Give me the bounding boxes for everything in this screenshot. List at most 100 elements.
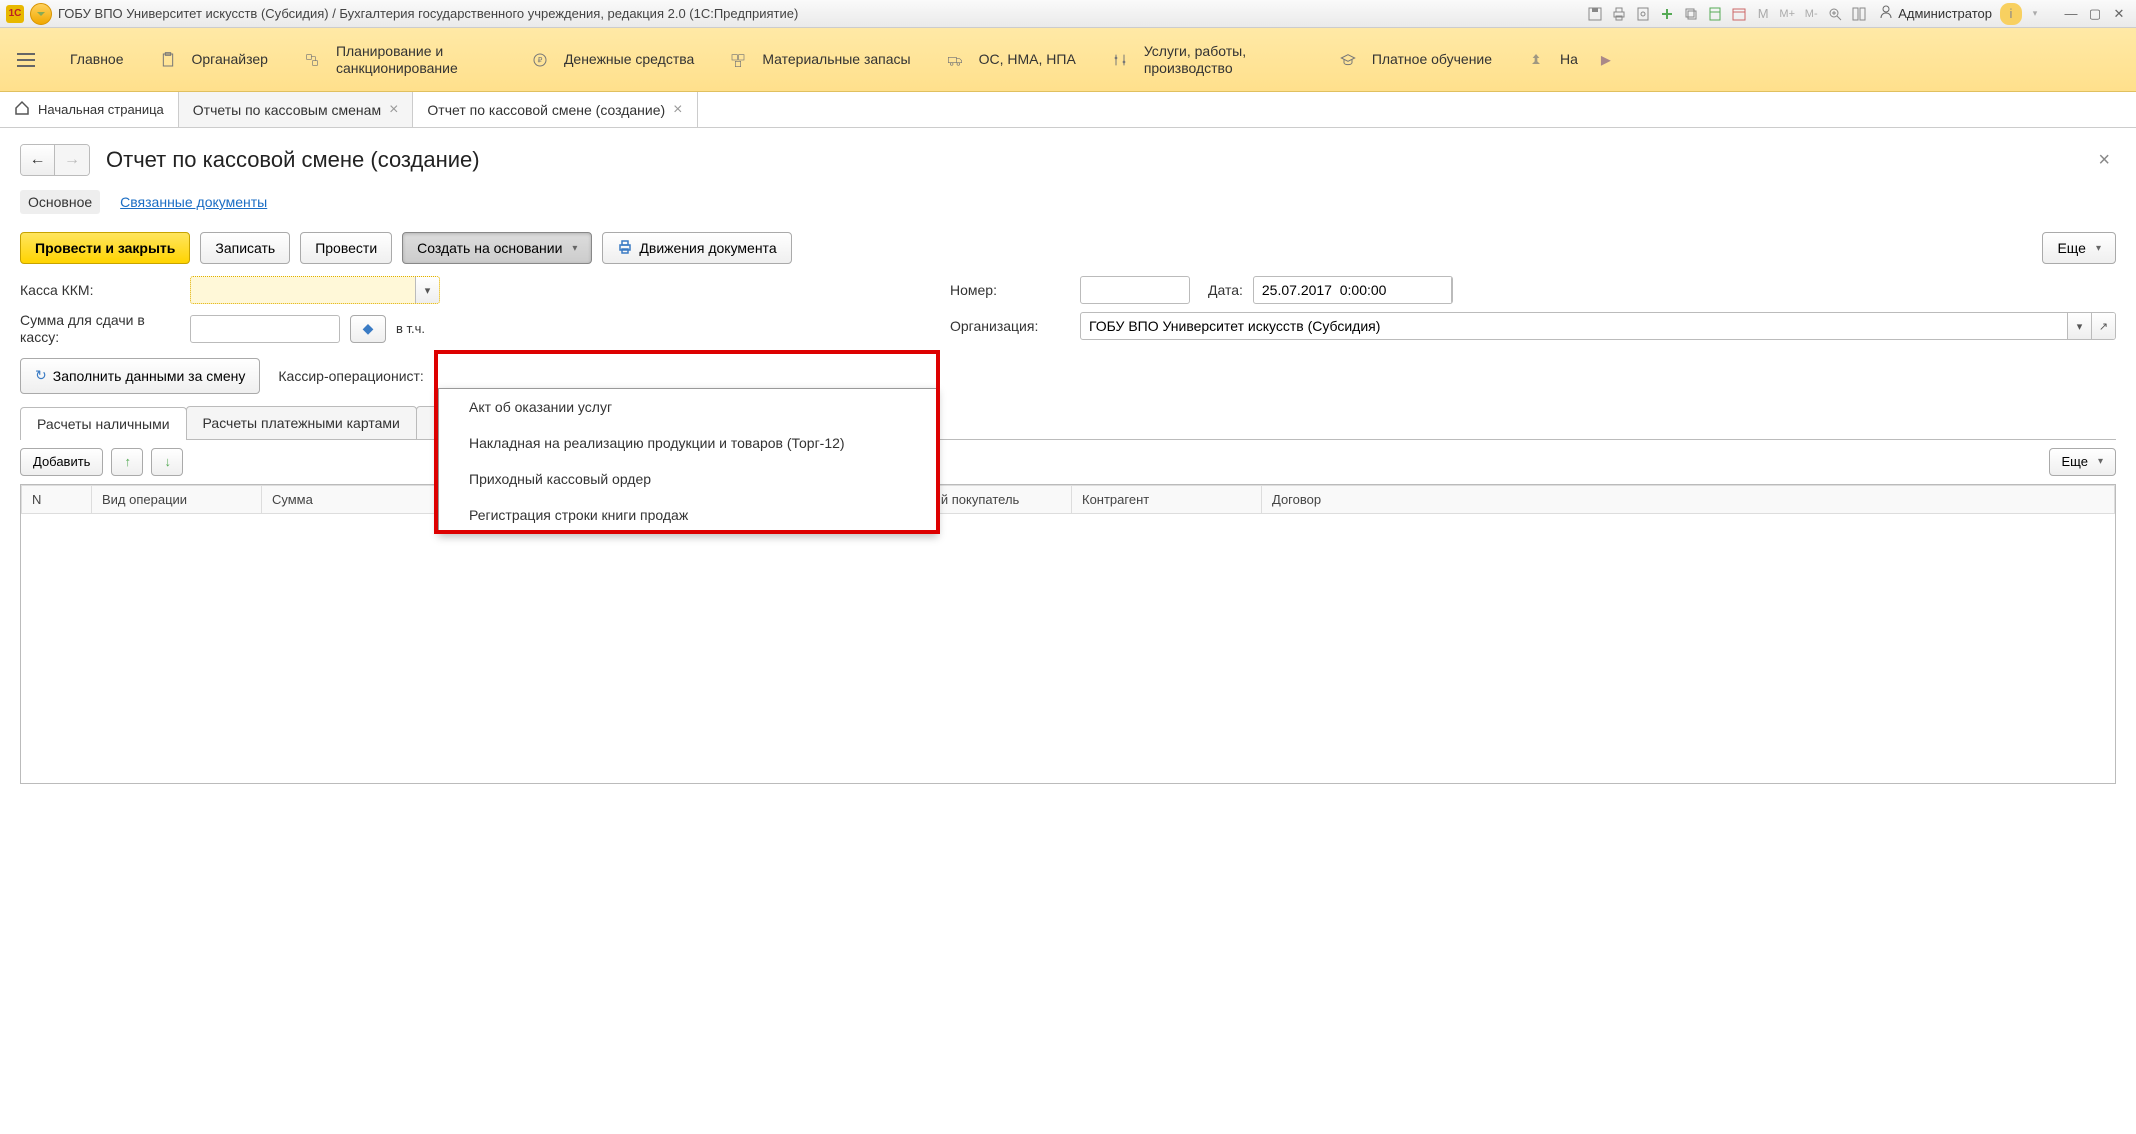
calendar-icon[interactable] [1728,3,1750,25]
tab-reports[interactable]: Отчеты по кассовым сменам × [179,92,414,127]
menu-item-nakladnaya[interactable]: Накладная на реализацию продукции и това… [439,425,937,461]
main-navigation: Главное Органайзер Планирование и санкци… [0,28,2136,92]
m-minus-icon[interactable]: M- [1800,3,1822,25]
user-icon [1878,4,1894,23]
info-dropdown-icon[interactable]: ▾ [2024,3,2046,25]
menu-item-registration[interactable]: Регистрация строки книги продаж [439,497,937,533]
calendar-icon[interactable] [1451,277,1453,303]
ruble-icon: ₽ [528,48,552,72]
kassa-kkm-input[interactable] [191,277,415,303]
nav-label: Материальные запасы [762,51,910,68]
calculator-icon[interactable] [1704,3,1726,25]
back-button[interactable]: ← [21,145,55,175]
close-button[interactable]: ✕ [2108,4,2130,24]
number-input[interactable] [1081,277,1190,303]
copy-icon[interactable] [1680,3,1702,25]
truck-icon [943,48,967,72]
maximize-button[interactable]: ▢ [2084,4,2106,24]
user-menu[interactable]: Администратор [1872,4,1998,23]
fill-label: Заполнить данными за смену [53,368,246,384]
number-input-wrap [1080,276,1190,304]
tab-close-icon[interactable]: × [389,101,398,119]
move-down-button[interactable]: ↓ [151,448,183,476]
tab-close-icon[interactable]: × [673,101,682,119]
m-icon[interactable]: M [1752,3,1774,25]
panels-icon[interactable] [1848,3,1870,25]
document-movements-button[interactable]: Движения документа [602,232,791,264]
nav-item-education[interactable]: Платное обучение [1320,40,1508,80]
close-page-button[interactable]: × [2092,149,2116,172]
more-button[interactable]: Еще [2042,232,2116,264]
table-container[interactable]: N Вид операции Сумма Система налогооблож… [20,484,2116,784]
move-up-button[interactable]: ↑ [111,448,143,476]
data-table: N Вид операции Сумма Система налогооблож… [21,485,2115,514]
subnav-linked-docs[interactable]: Связанные документы [118,190,269,214]
create-based-on-button[interactable]: Создать на основании [402,232,592,264]
hamburger-menu[interactable] [10,44,42,76]
menu-item-akt[interactable]: Акт об оказании услуг [439,389,937,425]
zoom-in-icon[interactable] [1824,3,1846,25]
window-title: ГОБУ ВПО Университет искусств (Субсидия)… [58,6,1578,21]
save-icon[interactable] [1584,3,1606,25]
minimize-button[interactable]: — [2060,4,2082,24]
m-plus-icon[interactable]: M+ [1776,3,1798,25]
nav-item-overflow[interactable]: На [1508,40,1594,80]
field-number-date: Номер: Дата: [950,276,2116,304]
dropdown-icon[interactable]: ▾ [2067,313,2091,339]
col-operation-type[interactable]: Вид операции [92,485,262,513]
sum-input[interactable] [191,316,340,342]
save-button[interactable]: Записать [200,232,290,264]
date-label: Дата: [1208,282,1243,298]
app-menu-dropdown-button[interactable] [30,3,52,25]
arrow-up-icon: ↑ [124,454,131,469]
nav-item-materials[interactable]: Материальные запасы [710,40,926,80]
planning-icon [300,48,324,72]
tab-home[interactable]: Начальная страница [0,92,179,127]
add-row-button[interactable]: Добавить [20,448,103,476]
nav-item-money[interactable]: ₽ Денежные средства [512,40,710,80]
tab-label: Отчет по кассовой смене (создание) [427,102,665,118]
col-counterparty[interactable]: Контрагент [1072,485,1262,513]
menu-item-pko[interactable]: Приходный кассовый ордер [439,461,937,497]
nav-item-assets[interactable]: ОС, НМА, НПА [927,40,1092,80]
nav-label: На [1560,51,1578,68]
col-n[interactable]: N [22,485,92,513]
nav-item-organizer[interactable]: Органайзер [140,40,284,80]
nav-label: Денежные средства [564,51,694,68]
data-tab-cash[interactable]: Расчеты наличными [20,407,187,440]
forward-button[interactable]: → [55,145,89,175]
tab-report-create[interactable]: Отчет по кассовой смене (создание) × [413,92,697,127]
hamburger-icon [17,53,35,67]
post-and-close-button[interactable]: Провести и закрыть [20,232,190,264]
nav-scroll-right[interactable]: ▸ [1594,28,1618,91]
open-icon[interactable]: ↗ [2091,313,2115,339]
kassa-kkm-label: Касса ККМ: [20,282,180,298]
subnav-main[interactable]: Основное [20,190,100,214]
preview-icon[interactable] [1632,3,1654,25]
date-input[interactable] [1254,277,1451,303]
dropdown-icon[interactable]: ▾ [415,277,439,303]
org-input[interactable] [1081,313,2067,339]
data-tab-cards[interactable]: Расчеты платежными картами [186,406,417,439]
user-name-label: Администратор [1898,6,1992,21]
nav-label: Главное [70,51,124,68]
nav-item-services[interactable]: Услуги, работы, производство [1092,35,1320,85]
print-icon[interactable] [1608,3,1630,25]
field-sum: Сумма для сдачи в кассу: ◆ в т.ч. [20,312,450,346]
refresh-arrow-icon: ↻ [35,367,47,384]
post-button[interactable]: Провести [300,232,392,264]
nav-item-main[interactable]: Главное [54,43,140,76]
fill-sum-button[interactable]: ◆ [350,315,386,343]
nav-item-planning[interactable]: Планирование и санкционирование [284,35,512,85]
titlebar: 1C ГОБУ ВПО Университет искусств (Субсид… [0,0,2136,28]
nav-label: Платное обучение [1372,51,1492,68]
table-more-button[interactable]: Еще [2049,448,2116,476]
refresh-icon: ◆ [363,320,374,337]
col-contract[interactable]: Договор [1262,485,2115,513]
add-icon[interactable] [1656,3,1678,25]
boxes-icon [726,48,750,72]
info-icon[interactable]: i [2000,3,2022,25]
fill-shift-data-button[interactable]: ↻ Заполнить данными за смену [20,358,260,394]
form-grid: Касса ККМ: ▾ Сумма для сдачи в кассу: ◆ … [20,276,2116,394]
number-label: Номер: [950,282,1070,298]
